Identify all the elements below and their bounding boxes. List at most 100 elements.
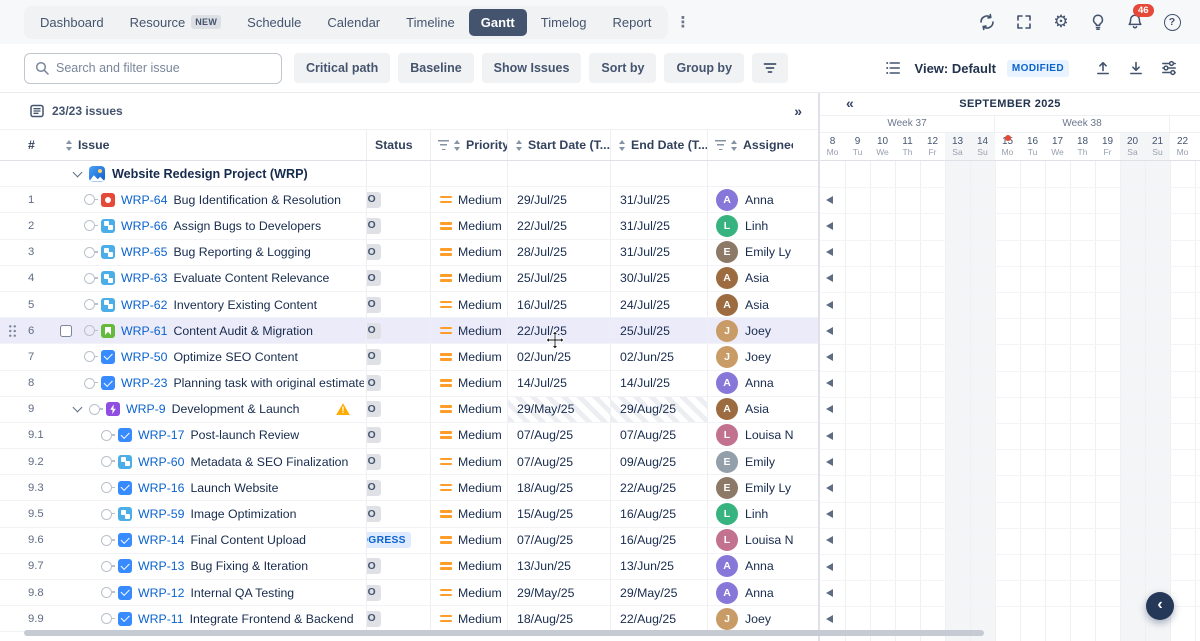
- gantt-bar-offscreen-left-indicator[interactable]: [826, 301, 833, 309]
- gantt-bar-offscreen-left-indicator[interactable]: [826, 405, 833, 413]
- day-header[interactable]: 21Su: [1145, 133, 1170, 161]
- chevron-down-icon[interactable]: [73, 167, 83, 177]
- gantt-bar-offscreen-left-indicator[interactable]: [826, 222, 833, 230]
- link-handle-icon[interactable]: [84, 247, 95, 258]
- link-handle-icon[interactable]: [84, 220, 95, 231]
- gantt-bar-offscreen-left-indicator[interactable]: [826, 196, 833, 204]
- link-handle-icon[interactable]: [101, 535, 112, 546]
- toolbar-button-show-issues[interactable]: Show Issues: [482, 53, 582, 83]
- issue-key-link[interactable]: WRP-11: [138, 612, 184, 626]
- issue-row-wrp-59[interactable]: 9.5WRP-59Image OptimizationTO DOMedium15…: [0, 501, 818, 527]
- sort-icon[interactable]: [454, 140, 461, 151]
- issue-row-wrp-16[interactable]: 9.3WRP-16Launch WebsiteTO DOMedium18/Aug…: [0, 475, 818, 501]
- issue-key-link[interactable]: WRP-61: [121, 324, 167, 338]
- link-handle-icon[interactable]: [89, 404, 100, 415]
- gantt-bar-offscreen-left-indicator[interactable]: [826, 432, 833, 440]
- gantt-bar-offscreen-left-indicator[interactable]: [826, 536, 833, 544]
- nav-tab-resource[interactable]: ResourceNEW: [118, 9, 234, 36]
- sort-icon[interactable]: [66, 140, 73, 151]
- gear-icon[interactable]: ⚙: [1051, 12, 1071, 32]
- nav-tab-dashboard[interactable]: Dashboard: [28, 9, 116, 36]
- day-header[interactable]: 11Th: [895, 133, 920, 161]
- gantt-bar-offscreen-left-indicator[interactable]: [826, 458, 833, 466]
- day-header[interactable]: 20Sa: [1120, 133, 1145, 161]
- issue-key-link[interactable]: WRP-63: [121, 271, 167, 285]
- drag-handle-icon[interactable]: [8, 324, 17, 338]
- column-header-number[interactable]: #: [24, 130, 56, 160]
- nav-tab-report[interactable]: Report: [601, 9, 664, 36]
- link-handle-icon[interactable]: [101, 430, 112, 441]
- toolbar-button-group-by[interactable]: Group by: [664, 53, 744, 83]
- issue-key-link[interactable]: WRP-50: [121, 350, 167, 364]
- table-expand-control[interactable]: »: [794, 103, 802, 119]
- sort-icon[interactable]: [619, 140, 626, 151]
- issue-row-wrp-9[interactable]: 9WRP-9Development & LaunchTO DOMedium29/…: [0, 397, 818, 423]
- link-handle-icon[interactable]: [101, 561, 112, 572]
- issue-row-wrp-13[interactable]: 9.7WRP-13Bug Fixing & IterationTO DOMedi…: [0, 554, 818, 580]
- issue-row-wrp-61[interactable]: 6WRP-61Content Audit & MigrationTO DOMed…: [0, 318, 818, 344]
- issue-key-link[interactable]: WRP-65: [121, 245, 167, 259]
- nav-tab-gantt[interactable]: Gantt: [469, 9, 527, 36]
- column-header-end-date[interactable]: End Date (T...: [610, 130, 707, 160]
- gantt-bar-offscreen-left-indicator[interactable]: [826, 484, 833, 492]
- toolbar-button-sort-by[interactable]: Sort by: [589, 53, 656, 83]
- issue-key-link[interactable]: WRP-16: [138, 481, 184, 495]
- day-header[interactable]: 18Th: [1070, 133, 1095, 161]
- issue-row-wrp-63[interactable]: 4WRP-63Evaluate Content RelevanceTO DOMe…: [0, 266, 818, 292]
- day-header[interactable]: 22Mo: [1170, 133, 1195, 161]
- issue-key-link[interactable]: WRP-64: [121, 193, 167, 207]
- nav-tab-schedule[interactable]: Schedule: [235, 9, 313, 36]
- link-handle-icon[interactable]: [84, 325, 95, 336]
- link-handle-icon[interactable]: [101, 587, 112, 598]
- issue-key-link[interactable]: WRP-66: [121, 219, 167, 233]
- bell-icon[interactable]: 46: [1125, 12, 1145, 32]
- issue-row-wrp-66[interactable]: 2WRP-66Assign Bugs to DevelopersTO DOMed…: [0, 213, 818, 239]
- issue-row-wrp-17[interactable]: 9.1WRP-17Post-launch ReviewTO DOMedium07…: [0, 423, 818, 449]
- link-handle-icon[interactable]: [84, 299, 95, 310]
- link-handle-icon[interactable]: [84, 273, 95, 284]
- issue-row-wrp-12[interactable]: 9.8WRP-12Internal QA TestingTO DOMedium2…: [0, 580, 818, 606]
- link-handle-icon[interactable]: [84, 194, 95, 205]
- sort-icon[interactable]: [516, 140, 523, 151]
- issue-row-wrp-65[interactable]: 3WRP-65Bug Reporting & LoggingTO DOMediu…: [0, 240, 818, 266]
- column-header-start-date[interactable]: Start Date (T...: [507, 130, 610, 160]
- fullscreen-icon[interactable]: [1014, 12, 1034, 32]
- gantt-bar-offscreen-left-indicator[interactable]: [826, 563, 833, 571]
- view-structure-icon[interactable]: [882, 58, 904, 78]
- upload-icon[interactable]: [1092, 58, 1114, 78]
- link-handle-icon[interactable]: [84, 351, 95, 362]
- filter-icon[interactable]: [715, 140, 726, 150]
- gantt-bar-offscreen-left-indicator[interactable]: [826, 379, 833, 387]
- gantt-bar-offscreen-left-indicator[interactable]: [826, 274, 833, 282]
- filter-icon[interactable]: [438, 140, 449, 150]
- day-header[interactable]: 17We: [1045, 133, 1070, 161]
- issue-key-link[interactable]: WRP-12: [138, 586, 184, 600]
- toolbar-button-baseline[interactable]: Baseline: [398, 53, 473, 83]
- horizontal-scrollbar[interactable]: [24, 630, 984, 636]
- download-icon[interactable]: [1125, 58, 1147, 78]
- day-header[interactable]: 10We: [870, 133, 895, 161]
- project-row[interactable]: Website Redesign Project (WRP): [0, 161, 818, 187]
- day-header[interactable]: 12Fr: [920, 133, 945, 161]
- issue-key-link[interactable]: WRP-60: [138, 455, 184, 469]
- issue-key-link[interactable]: WRP-13: [138, 559, 184, 573]
- issue-key-link[interactable]: WRP-59: [138, 507, 184, 521]
- day-header[interactable]: 13Sa: [945, 133, 970, 161]
- filter-button[interactable]: [752, 53, 788, 83]
- column-header-assignee[interactable]: Assignee: [707, 130, 793, 160]
- nav-more-icon[interactable]: ⋮: [668, 11, 699, 33]
- issue-row-wrp-14[interactable]: 9.6WRP-14Final Content UploadIN PROGRESS…: [0, 528, 818, 554]
- issue-row-wrp-64[interactable]: 1WRP-64Bug Identification & ResolutionTO…: [0, 187, 818, 213]
- toolbar-button-critical-path[interactable]: Critical path: [294, 53, 390, 83]
- link-handle-icon[interactable]: [101, 509, 112, 520]
- chevron-down-icon[interactable]: [73, 403, 83, 413]
- day-header[interactable]: 14Su: [970, 133, 995, 161]
- issue-row-wrp-60[interactable]: 9.2WRP-60Metadata & SEO FinalizationTO D…: [0, 449, 818, 475]
- nav-tab-calendar[interactable]: Calendar: [315, 9, 392, 36]
- help-icon[interactable]: ?: [1162, 12, 1182, 32]
- sync-icon[interactable]: [977, 12, 997, 32]
- view-label[interactable]: View: Default: [915, 61, 996, 76]
- sort-icon[interactable]: [731, 140, 738, 151]
- collapse-timeline-fab[interactable]: ‹: [1146, 592, 1174, 620]
- issue-key-link[interactable]: WRP-62: [121, 298, 167, 312]
